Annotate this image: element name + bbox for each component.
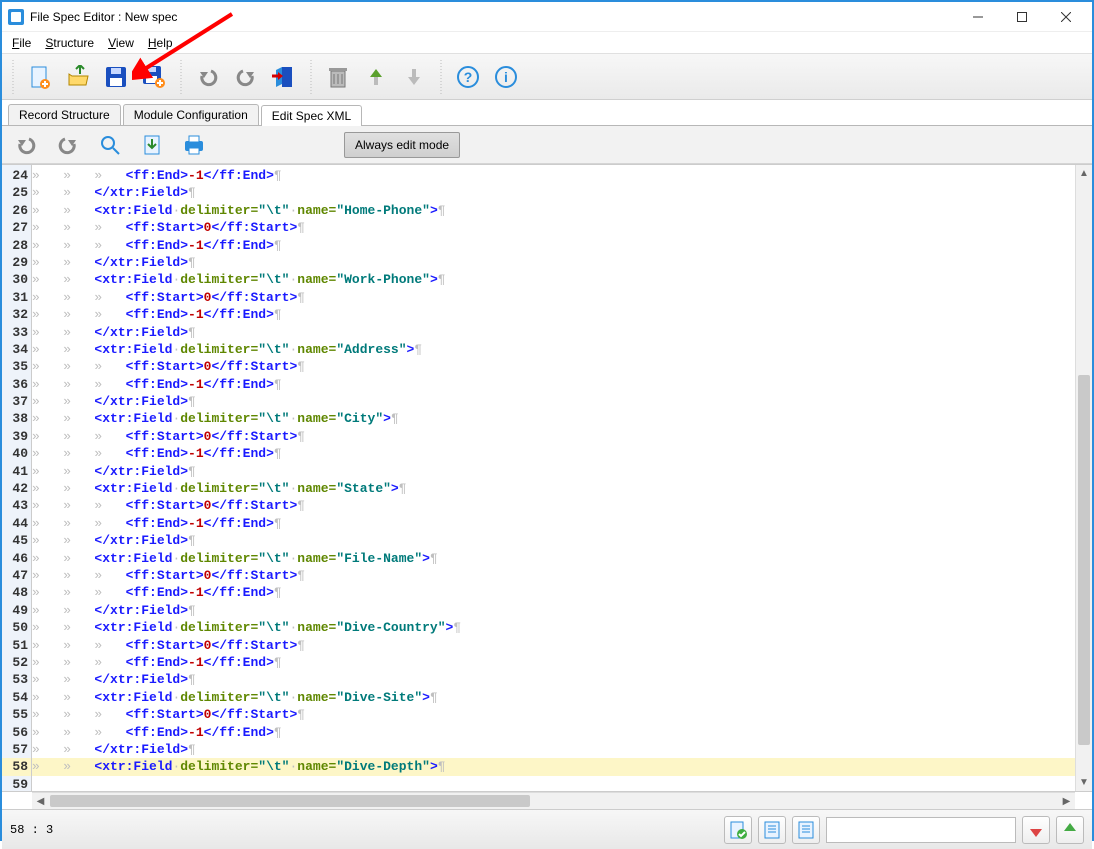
window-minimize-button[interactable] (956, 3, 1000, 31)
titlebar: File Spec Editor : New spec (2, 2, 1092, 32)
statusbar: 58 : 3 (2, 809, 1092, 849)
move-down-button[interactable] (396, 59, 432, 95)
menu-help[interactable]: Help (144, 34, 177, 52)
tab-edit-spec-xml[interactable]: Edit Spec XML (261, 105, 362, 126)
tab-record-structure[interactable]: Record Structure (8, 104, 121, 125)
xml-text-area[interactable]: » » » <ff:End>-1</ff:End>¶» » </xtr:Fiel… (32, 165, 1075, 791)
status-search-input[interactable] (826, 817, 1016, 843)
always-edit-mode-button[interactable]: Always edit mode (344, 132, 460, 158)
window-title: File Spec Editor : New spec (30, 10, 177, 24)
tab-module-configuration[interactable]: Module Configuration (123, 104, 259, 125)
vertical-scrollbar[interactable]: ▲ ▼ (1075, 165, 1092, 791)
toolbar-grip-icon (306, 59, 316, 95)
window-close-button[interactable] (1044, 3, 1088, 31)
download-button[interactable] (134, 127, 170, 163)
about-button[interactable]: i (488, 59, 524, 95)
doc-button-1[interactable] (758, 816, 786, 844)
toolbar-grip-icon (176, 59, 186, 95)
help-button[interactable]: ? (450, 59, 486, 95)
print-button[interactable] (176, 127, 212, 163)
horizontal-scroll-thumb[interactable] (50, 795, 530, 807)
scroll-right-icon[interactable]: ▶ (1058, 793, 1075, 809)
scroll-left-icon[interactable]: ◀ (32, 793, 49, 809)
vertical-scroll-thumb[interactable] (1078, 375, 1090, 745)
undo-button[interactable] (190, 59, 226, 95)
validate-button[interactable] (724, 816, 752, 844)
svg-text:i: i (504, 69, 508, 85)
search-button[interactable] (92, 127, 128, 163)
svg-text:?: ? (464, 69, 473, 85)
toolbar-grip-icon (8, 59, 18, 95)
open-button[interactable] (60, 59, 96, 95)
exit-button[interactable] (266, 59, 302, 95)
main-toolbar: ? i (2, 54, 1092, 100)
redo-button[interactable] (228, 59, 264, 95)
new-button[interactable] (22, 59, 58, 95)
editor-undo-button[interactable] (8, 127, 44, 163)
find-next-button[interactable] (1022, 816, 1050, 844)
code-viewport: 2425262728293031323334353637383940414243… (2, 164, 1092, 792)
menu-file[interactable]: File (8, 34, 35, 52)
delete-button[interactable] (320, 59, 356, 95)
menu-structure[interactable]: Structure (41, 34, 98, 52)
menu-view[interactable]: View (104, 34, 138, 52)
save-as-button[interactable] (136, 59, 172, 95)
window-maximize-button[interactable] (1000, 3, 1044, 31)
line-number-gutter: 2425262728293031323334353637383940414243… (2, 165, 32, 791)
editor-toolbar: Always edit mode (2, 126, 1092, 164)
toolbar-grip-icon (436, 59, 446, 95)
find-prev-button[interactable] (1056, 816, 1084, 844)
scroll-up-icon[interactable]: ▲ (1076, 165, 1092, 182)
horizontal-scrollbar[interactable]: ◀ ▶ (32, 792, 1075, 809)
save-button[interactable] (98, 59, 134, 95)
menubar: File Structure View Help (2, 32, 1092, 54)
app-icon (8, 9, 24, 25)
scroll-down-icon[interactable]: ▼ (1076, 774, 1092, 791)
doc-button-2[interactable] (792, 816, 820, 844)
editor-redo-button[interactable] (50, 127, 86, 163)
caret-position: 58 : 3 (10, 823, 53, 837)
tabs-row: Record Structure Module Configuration Ed… (2, 100, 1092, 126)
move-up-button[interactable] (358, 59, 394, 95)
